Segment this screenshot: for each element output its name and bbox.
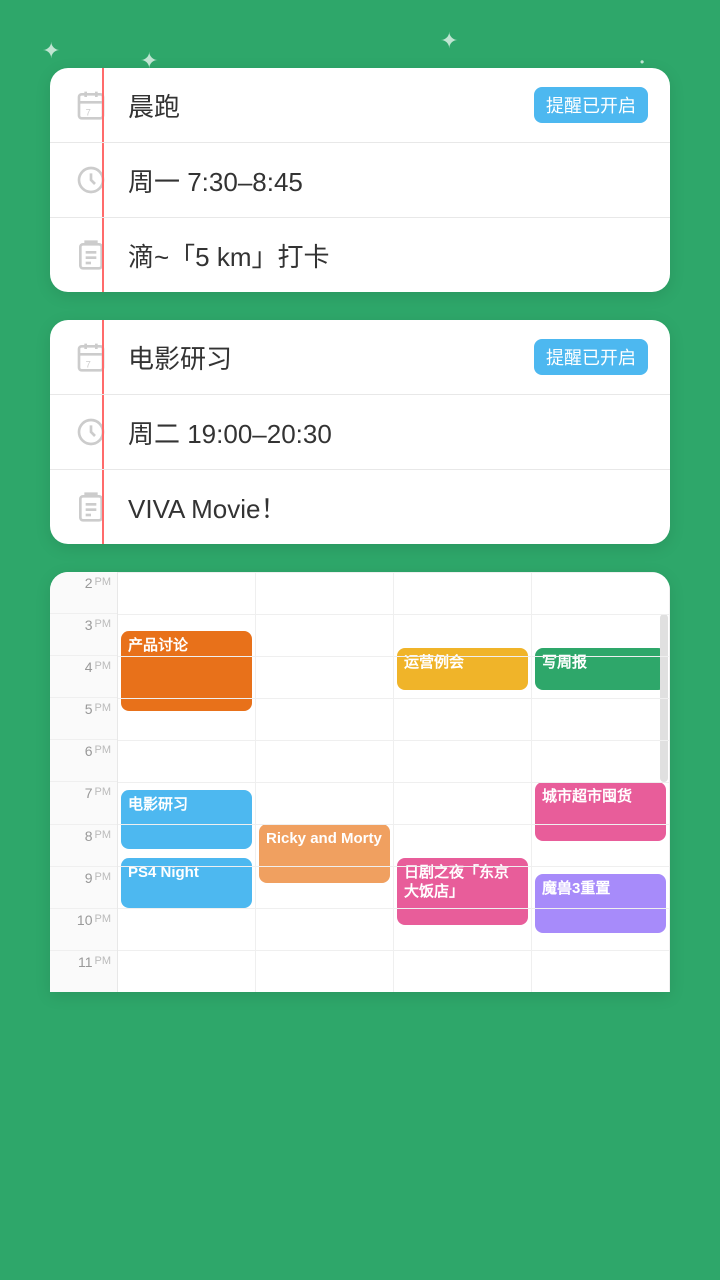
cal-hline bbox=[118, 782, 670, 783]
clipboard-icon bbox=[72, 236, 110, 274]
card-text: 电影研习 bbox=[110, 339, 534, 376]
calendar-event[interactable]: 运营例会 bbox=[397, 648, 528, 690]
calendar-body: 产品讨论电影研习PS4 Night Ricky and Morty 运营例会日剧… bbox=[118, 572, 670, 992]
time-number: 8 bbox=[85, 829, 93, 843]
clock-icon bbox=[72, 413, 110, 451]
clock-icon bbox=[72, 161, 110, 199]
card-text: 周二 19:00–20:30 bbox=[110, 414, 648, 451]
calendar-icon: 7 bbox=[72, 86, 110, 124]
calendar-event[interactable]: Ricky and Morty bbox=[259, 824, 390, 883]
time-slot: 3PM bbox=[50, 614, 117, 656]
svg-text:7: 7 bbox=[86, 360, 91, 370]
time-slot: 10PM bbox=[50, 909, 117, 951]
card-text: 周一 7:30–8:45 bbox=[110, 162, 648, 199]
card-movie-study: 7 电影研习提醒已开启周二 19:00–20:30 VIVA Movie！ bbox=[50, 320, 670, 544]
time-slot: 5PM bbox=[50, 698, 117, 740]
time-ampm: PM bbox=[95, 744, 112, 756]
time-slot: 11PM bbox=[50, 951, 117, 992]
header bbox=[0, 0, 720, 68]
cal-hline bbox=[118, 950, 670, 951]
time-ampm: PM bbox=[95, 913, 112, 925]
time-slot: 2PM bbox=[50, 572, 117, 614]
card-text: VIVA Movie！ bbox=[110, 489, 648, 526]
cards-container: 7晨跑提醒已开启周一 7:30–8:45滴~「5 km」打卡7电影研习提醒已开启… bbox=[0, 68, 720, 544]
time-slot: 7PM bbox=[50, 782, 117, 824]
cal-hline bbox=[118, 656, 670, 657]
time-number: 11 bbox=[78, 955, 93, 969]
time-ampm: PM bbox=[95, 871, 112, 883]
calendar-times: 2PM3PM4PM5PM6PM7PM8PM9PM10PM11PM bbox=[50, 572, 118, 992]
time-number: 10 bbox=[77, 913, 93, 927]
card-row: 滴~「5 km」打卡 bbox=[50, 218, 670, 292]
svg-text:7: 7 bbox=[86, 108, 91, 118]
time-number: 4 bbox=[85, 660, 93, 674]
calendar-section: 2PM3PM4PM5PM6PM7PM8PM9PM10PM11PM 产品讨论电影研… bbox=[50, 572, 670, 992]
card-row: 7 电影研习提醒已开启 bbox=[50, 320, 670, 395]
calendar-icon: 7 bbox=[72, 338, 110, 376]
calendar-event[interactable]: 写周报 bbox=[535, 648, 666, 690]
time-ampm: PM bbox=[95, 660, 112, 672]
time-ampm: PM bbox=[95, 576, 112, 588]
time-slot: 9PM bbox=[50, 867, 117, 909]
clipboard-icon bbox=[72, 488, 110, 526]
calendar-event[interactable]: 城市超市囤货 bbox=[535, 782, 666, 841]
calendar-event[interactable]: 日剧之夜「东京大饭店」 bbox=[397, 858, 528, 925]
calendar-event[interactable]: 魔兽3重置 bbox=[535, 874, 666, 933]
card-morning-run: 7 晨跑提醒已开启周一 7:30–8:45 滴~「5 km」打卡 bbox=[50, 68, 670, 292]
calendar-event[interactable]: 电影研习 bbox=[121, 790, 252, 849]
cal-hline bbox=[118, 614, 670, 615]
cal-hline bbox=[118, 572, 670, 573]
time-number: 6 bbox=[85, 744, 93, 758]
time-ampm: PM bbox=[95, 618, 112, 630]
time-ampm: PM bbox=[95, 702, 112, 714]
time-number: 2 bbox=[85, 576, 93, 590]
card-row: VIVA Movie！ bbox=[50, 470, 670, 544]
reminder-badge[interactable]: 提醒已开启 bbox=[534, 339, 648, 375]
reminder-badge[interactable]: 提醒已开启 bbox=[534, 87, 648, 123]
time-number: 9 bbox=[85, 871, 93, 885]
cal-hline bbox=[118, 908, 670, 909]
cal-hline bbox=[118, 698, 670, 699]
time-slot: 4PM bbox=[50, 656, 117, 698]
time-number: 7 bbox=[85, 786, 93, 800]
card-row: 周一 7:30–8:45 bbox=[50, 143, 670, 218]
time-ampm: PM bbox=[95, 786, 112, 798]
cal-hline bbox=[118, 740, 670, 741]
cal-hline bbox=[118, 866, 670, 867]
card-row: 周二 19:00–20:30 bbox=[50, 395, 670, 470]
time-number: 3 bbox=[85, 618, 93, 632]
card-text: 滴~「5 km」打卡 bbox=[110, 237, 648, 274]
time-ampm: PM bbox=[95, 829, 112, 841]
time-slot: 8PM bbox=[50, 825, 117, 867]
time-number: 5 bbox=[85, 702, 93, 716]
card-row: 7 晨跑提醒已开启 bbox=[50, 68, 670, 143]
card-text: 晨跑 bbox=[110, 87, 534, 124]
cal-hline bbox=[118, 824, 670, 825]
time-slot: 6PM bbox=[50, 740, 117, 782]
time-ampm: PM bbox=[95, 955, 112, 967]
